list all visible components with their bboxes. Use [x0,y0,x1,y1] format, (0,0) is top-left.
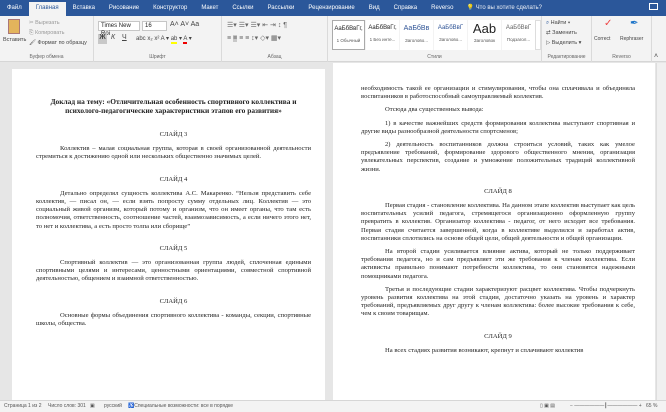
clipboard-label: Буфер обмена [29,54,64,60]
zoom-slider[interactable]: − ——————┃—————— + [570,401,642,412]
slide-heading: СЛАЙД 8 [484,187,512,195]
slide-heading: СЛАЙД 6 [159,297,188,305]
styles-group: АаБбВвГг, 1 Обычный АаБбВвГг, 1 Без инте..… [328,16,542,62]
reverso-label: Reverso [612,54,631,60]
status-bar: Страница 1 из 2 Число слов: 301 ▣ русски… [0,400,666,412]
rephraser-button[interactable]: Rephraser [620,36,643,42]
grow-font-button[interactable]: A˄ A˅ Aa [170,21,199,28]
paragraph-group: ☰▾ ☰▾ ☰▾ ⇤ ⇥ ↕ ¶ ≡ ≡ ≡ ≡ ↕▾ ◇▾ ▦▾ Абзац [222,16,328,62]
paragraph: Отсюда два существенных вывода: [385,106,484,114]
correct-button[interactable]: Correct [594,36,610,42]
accessibility-status[interactable]: ♿ Специальные возможности: все в порядке [128,401,233,412]
font-group: Times New Roi 16 A˄ A˅ Aa Ж К Ч abc x₂ x… [94,16,222,62]
document-area: Доклад на тему: «Отличительная особеннос… [0,63,656,400]
paste-button[interactable]: Вставить [3,37,26,43]
paragraph: необходимость такой ее организации и сти… [361,85,635,101]
tab-mailings[interactable]: Рассылки [260,2,301,16]
font-label: Шрифт [149,54,166,60]
style-heading1[interactable]: АаБбВв Заголово... [400,20,433,50]
styles-label: Стили [427,54,442,60]
tab-insert[interactable]: Вставка [66,2,102,16]
format-buttons[interactable]: abc x₂ x² A ▾ ab ▾ A ▾ [136,35,192,44]
paragraph: Коллектив – малая социальная группа, кот… [36,145,311,161]
search-icon: ⌕ [546,20,550,26]
tab-layout[interactable]: Макет [194,2,225,16]
collapse-ribbon-icon[interactable]: ˄ [654,53,658,60]
tab-review[interactable]: Рецензирование [301,2,361,16]
paragraph: Основные формы объединения спортивного к… [36,311,311,328]
view-buttons[interactable]: ▯ ▣ ▤ [540,401,555,412]
style-no-spacing[interactable]: АаБбВвГг, 1 Без инте... [366,20,399,50]
copy-button[interactable]: ⎘ Копировать [29,30,65,37]
paragraph: На второй стадии усиливается влияние акт… [361,248,635,280]
slide-heading: СЛАЙД 5 [159,244,188,252]
styles-scroll[interactable] [535,20,541,50]
zoom-level[interactable]: 65 % [646,401,657,412]
slide-heading: СЛАЙД 3 [159,131,188,138]
paragraph: На всех стадиях развития возникают, креп… [385,346,584,354]
clipboard-group: Вставить ✂ Вырезать ⎘ Копировать 🖌 Форма… [0,16,94,62]
font-name-select[interactable]: Times New Roi [98,21,140,37]
style-normal[interactable]: АаБбВвГг, 1 Обычный [332,20,365,50]
paragraph: Третья и последующие стадии характеризую… [361,285,635,318]
slide-heading: СЛАЙД 9 [484,332,512,340]
font-size-select[interactable]: 16 [142,21,167,31]
tell-me-search[interactable]: 💡 Что вы хотите сделать? [467,2,542,16]
comments-icon[interactable] [649,3,658,10]
page-count[interactable]: Страница 1 из 2 [4,401,41,412]
ribbon-tabs: Файл Главная Вставка Рисование Конструкт… [0,0,666,16]
ribbon: Вставить ✂ Вырезать ⎘ Копировать 🖌 Форма… [0,16,666,62]
tab-draw[interactable]: Рисование [102,2,146,16]
vertical-scrollbar[interactable] [656,63,666,400]
tab-help[interactable]: Справка [387,2,425,16]
format-painter-button[interactable]: 🖌 Формат по образцу [29,40,87,46]
align-buttons[interactable]: ≡ ≡ ≡ ≡ ↕▾ ◇▾ ▦▾ [227,34,281,42]
language[interactable]: русский [104,401,122,412]
style-subtitle[interactable]: АаБбВвГ Подзагол... [502,20,535,50]
list-buttons[interactable]: ☰▾ ☰▾ ☰▾ ⇤ ⇥ ↕ ¶ [227,21,287,29]
tab-file[interactable]: Файл [0,2,29,16]
page-1[interactable]: Доклад на тему: «Отличительная особеннос… [12,69,325,400]
paragraph: 1) в качестве важнейших средств формиров… [361,119,635,135]
editing-label: Редактирование [547,54,586,60]
paragraph-label: Абзац [267,54,282,60]
italic-button[interactable]: К [111,34,115,41]
page-2[interactable]: необходимость такой ее организации и сти… [333,63,655,400]
tab-references[interactable]: Ссылки [225,2,260,16]
slide-heading: СЛАЙД 4 [159,175,188,183]
underline-button[interactable]: Ч [122,34,127,41]
proofing-icon[interactable]: ▣ [90,401,95,412]
correct-icon: ✓ [604,18,613,29]
tab-view[interactable]: Вид [362,2,387,16]
rephraser-icon: ✒ [630,18,639,29]
reverso-group: ✓ ✒ Correct Rephraser Reverso [592,16,652,62]
select-button[interactable]: ▷ Выделить ▾ [546,40,581,46]
cut-button[interactable]: ✂ Вырезать [29,20,60,26]
word-count[interactable]: Число слов: 301 [48,401,86,412]
paragraph: 2) деятельность воспитанников должна стр… [361,141,635,173]
replace-button[interactable]: ⇄ Заменить [546,30,577,36]
tab-home[interactable]: Главная [28,2,66,16]
style-title[interactable]: Ааb Заголовок [468,20,501,50]
paragraph: Детально определял сущность коллектива А… [36,189,311,230]
style-heading2[interactable]: АаБбВвГ Заголово... [434,20,467,50]
editing-group: ⌕ Найти ▾ ⇄ Заменить ▷ Выделить ▾ Редакт… [542,16,592,62]
paragraph: Спортивный коллектив — это организованна… [36,259,311,283]
tell-me-text: Что вы хотите сделать? [475,5,542,11]
paste-icon [8,19,20,34]
document-title: Доклад на тему: «Отличительная особеннос… [50,97,297,115]
tab-design[interactable]: Конструктор [146,2,194,16]
tab-reverso[interactable]: Reverso [424,2,460,16]
bold-button[interactable]: Ж [98,34,107,44]
find-button[interactable]: ⌕ Найти ▾ [546,20,570,27]
paragraph: Первая стадия - становление коллектива. … [361,202,635,242]
